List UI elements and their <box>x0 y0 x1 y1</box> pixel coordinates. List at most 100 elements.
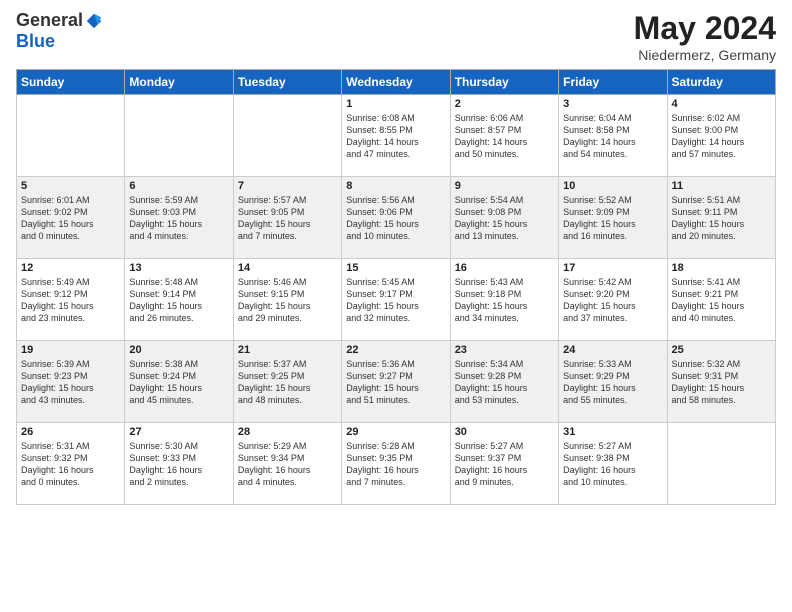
calendar-cell: 18 Sunrise: 5:41 AMSunset: 9:21 PMDayligh… <box>667 259 775 341</box>
day-info: Sunrise: 5:48 AMSunset: 9:14 PMDaylight:… <box>129 276 228 325</box>
calendar-header: SundayMondayTuesdayWednesdayThursdayFrid… <box>17 70 776 95</box>
day-info: Sunrise: 5:41 AMSunset: 9:21 PMDaylight:… <box>672 276 771 325</box>
calendar-cell: 25Sunrise: 5:32 AMSunset: 9:31 PMDayligh… <box>667 341 775 423</box>
day-info: Sunrise: 5:31 AMSunset: 9:32 PMDaylight:… <box>21 440 120 489</box>
day-info: Sunrise: 5:51 AMSunset: 9:11 PMDaylight:… <box>672 194 771 243</box>
day-number: 4 <box>672 98 771 110</box>
day-number: 9 <box>455 180 554 192</box>
day-info: Sunrise: 6:08 AMSunset: 8:55 PMDaylight:… <box>346 112 445 161</box>
calendar-week-1: 1Sunrise: 6:08 AMSunset: 8:55 PMDaylight… <box>17 95 776 177</box>
logo-general-text: General <box>16 10 83 31</box>
day-number: 22 <box>346 344 445 356</box>
day-info: Sunrise: 5:27 AMSunset: 9:38 PMDaylight:… <box>563 440 662 489</box>
calendar-cell: 5 Sunrise: 6:01 AMSunset: 9:02 PMDaylight… <box>17 177 125 259</box>
weekday-header-wednesday: Wednesday <box>342 70 450 95</box>
day-info: Sunrise: 5:49 AMSunset: 9:12 PMDaylight:… <box>21 276 120 325</box>
day-number: 18 <box>672 262 771 274</box>
day-info: Sunrise: 5:28 AMSunset: 9:35 PMDaylight:… <box>346 440 445 489</box>
calendar-cell: 27 Sunrise: 5:30 AMSunset: 9:33 PMDayligh… <box>125 423 233 505</box>
day-info: Sunrise: 5:54 AMSunset: 9:08 PMDaylight:… <box>455 194 554 243</box>
day-info: Sunrise: 5:33 AMSunset: 9:29 PMDaylight:… <box>563 358 662 407</box>
weekday-header-row: SundayMondayTuesdayWednesdayThursdayFrid… <box>17 70 776 95</box>
day-info: Sunrise: 5:36 AMSunset: 9:27 PMDaylight:… <box>346 358 445 407</box>
logo-icon <box>85 12 103 30</box>
calendar-cell: 8 Sunrise: 5:56 AMSunset: 9:06 PMDaylight… <box>342 177 450 259</box>
day-number: 13 <box>129 262 228 274</box>
day-info: Sunrise: 5:43 AMSunset: 9:18 PMDaylight:… <box>455 276 554 325</box>
title-block: May 2024 Niedermerz, Germany <box>634 10 776 63</box>
calendar-body: 1Sunrise: 6:08 AMSunset: 8:55 PMDaylight… <box>17 95 776 505</box>
day-number: 10 <box>563 180 662 192</box>
calendar-cell: 21 Sunrise: 5:37 AMSunset: 9:25 PMDayligh… <box>233 341 341 423</box>
logo: General Blue <box>16 10 103 52</box>
weekday-header-tuesday: Tuesday <box>233 70 341 95</box>
calendar-cell: 6 Sunrise: 5:59 AMSunset: 9:03 PMDaylight… <box>125 177 233 259</box>
calendar-cell: 1Sunrise: 6:08 AMSunset: 8:55 PMDaylight… <box>342 95 450 177</box>
day-number: 31 <box>563 426 662 438</box>
calendar-cell: 13 Sunrise: 5:48 AMSunset: 9:14 PMDayligh… <box>125 259 233 341</box>
day-number: 3 <box>563 98 662 110</box>
calendar-cell: 17 Sunrise: 5:42 AMSunset: 9:20 PMDayligh… <box>559 259 667 341</box>
calendar-cell: 20 Sunrise: 5:38 AMSunset: 9:24 PMDayligh… <box>125 341 233 423</box>
day-info: Sunrise: 6:01 AMSunset: 9:02 PMDaylight:… <box>21 194 120 243</box>
calendar-cell: 29Sunrise: 5:28 AMSunset: 9:35 PMDayligh… <box>342 423 450 505</box>
calendar-cell: 24 Sunrise: 5:33 AMSunset: 9:29 PMDayligh… <box>559 341 667 423</box>
day-number: 12 <box>21 262 120 274</box>
day-info: Sunrise: 5:30 AMSunset: 9:33 PMDaylight:… <box>129 440 228 489</box>
weekday-header-friday: Friday <box>559 70 667 95</box>
day-info: Sunrise: 6:04 AMSunset: 8:58 PMDaylight:… <box>563 112 662 161</box>
calendar-week-5: 26Sunrise: 5:31 AMSunset: 9:32 PMDayligh… <box>17 423 776 505</box>
day-info: Sunrise: 5:27 AMSunset: 9:37 PMDaylight:… <box>455 440 554 489</box>
calendar-cell: 15Sunrise: 5:45 AMSunset: 9:17 PMDayligh… <box>342 259 450 341</box>
calendar-cell <box>125 95 233 177</box>
day-info: Sunrise: 5:34 AMSunset: 9:28 PMDaylight:… <box>455 358 554 407</box>
day-number: 19 <box>21 344 120 356</box>
day-info: Sunrise: 5:38 AMSunset: 9:24 PMDaylight:… <box>129 358 228 407</box>
location: Niedermerz, Germany <box>634 47 776 63</box>
calendar-cell: 2Sunrise: 6:06 AMSunset: 8:57 PMDaylight… <box>450 95 558 177</box>
page: General Blue May 2024 Niedermerz, German… <box>0 0 792 612</box>
day-info: Sunrise: 5:52 AMSunset: 9:09 PMDaylight:… <box>563 194 662 243</box>
logo-blue-text: Blue <box>16 31 55 52</box>
calendar-week-3: 12 Sunrise: 5:49 AMSunset: 9:12 PMDayligh… <box>17 259 776 341</box>
day-info: Sunrise: 5:59 AMSunset: 9:03 PMDaylight:… <box>129 194 228 243</box>
calendar-cell: 23Sunrise: 5:34 AMSunset: 9:28 PMDayligh… <box>450 341 558 423</box>
calendar-cell: 12 Sunrise: 5:49 AMSunset: 9:12 PMDayligh… <box>17 259 125 341</box>
day-info: Sunrise: 6:06 AMSunset: 8:57 PMDaylight:… <box>455 112 554 161</box>
calendar-cell: 14 Sunrise: 5:46 AMSunset: 9:15 PMDayligh… <box>233 259 341 341</box>
calendar-cell: 10 Sunrise: 5:52 AMSunset: 9:09 PMDayligh… <box>559 177 667 259</box>
day-info: Sunrise: 5:46 AMSunset: 9:15 PMDaylight:… <box>238 276 337 325</box>
day-number: 21 <box>238 344 337 356</box>
day-number: 17 <box>563 262 662 274</box>
day-info: Sunrise: 6:02 AMSunset: 9:00 PMDaylight:… <box>672 112 771 161</box>
calendar-cell <box>17 95 125 177</box>
calendar-cell: 30Sunrise: 5:27 AMSunset: 9:37 PMDayligh… <box>450 423 558 505</box>
weekday-header-saturday: Saturday <box>667 70 775 95</box>
calendar-cell: 31 Sunrise: 5:27 AMSunset: 9:38 PMDayligh… <box>559 423 667 505</box>
calendar-cell: 19 Sunrise: 5:39 AMSunset: 9:23 PMDayligh… <box>17 341 125 423</box>
day-number: 28 <box>238 426 337 438</box>
calendar-cell: 3 Sunrise: 6:04 AMSunset: 8:58 PMDaylight… <box>559 95 667 177</box>
day-number: 25 <box>672 344 771 356</box>
calendar-cell: 4 Sunrise: 6:02 AMSunset: 9:00 PMDaylight… <box>667 95 775 177</box>
month-title: May 2024 <box>634 10 776 47</box>
calendar-cell: 22 Sunrise: 5:36 AMSunset: 9:27 PMDayligh… <box>342 341 450 423</box>
day-number: 14 <box>238 262 337 274</box>
day-info: Sunrise: 5:42 AMSunset: 9:20 PMDaylight:… <box>563 276 662 325</box>
day-number: 8 <box>346 180 445 192</box>
day-info: Sunrise: 5:57 AMSunset: 9:05 PMDaylight:… <box>238 194 337 243</box>
day-number: 7 <box>238 180 337 192</box>
calendar-cell: 11Sunrise: 5:51 AMSunset: 9:11 PMDayligh… <box>667 177 775 259</box>
weekday-header-thursday: Thursday <box>450 70 558 95</box>
day-info: Sunrise: 5:56 AMSunset: 9:06 PMDaylight:… <box>346 194 445 243</box>
day-number: 6 <box>129 180 228 192</box>
day-number: 27 <box>129 426 228 438</box>
weekday-header-sunday: Sunday <box>17 70 125 95</box>
day-info: Sunrise: 5:37 AMSunset: 9:25 PMDaylight:… <box>238 358 337 407</box>
day-number: 24 <box>563 344 662 356</box>
day-info: Sunrise: 5:39 AMSunset: 9:23 PMDaylight:… <box>21 358 120 407</box>
day-number: 20 <box>129 344 228 356</box>
calendar-cell: 9 Sunrise: 5:54 AMSunset: 9:08 PMDaylight… <box>450 177 558 259</box>
day-number: 5 <box>21 180 120 192</box>
day-number: 15 <box>346 262 445 274</box>
